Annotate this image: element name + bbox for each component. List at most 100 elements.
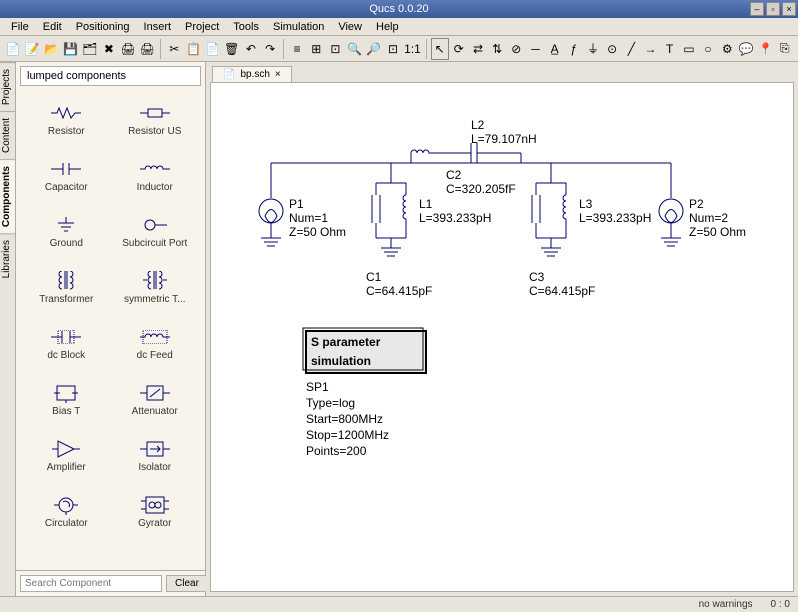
l2-name: L2 [471, 118, 485, 132]
titlebar: Qucs 0.0.20 – ▫ × [0, 0, 798, 18]
c3-val: C=64.415pF [529, 284, 595, 298]
maximize-button[interactable]: ▫ [766, 2, 780, 16]
comp-dc-feed[interactable]: dc Feed [111, 316, 200, 372]
redo-button[interactable]: ↷ [261, 38, 279, 60]
comp-resistor-us[interactable]: Resistor US [111, 92, 200, 148]
zoom-plus-button[interactable]: 🔍 [346, 38, 364, 60]
new-button[interactable]: 📄 [4, 38, 22, 60]
cut-button[interactable]: ✂ [165, 38, 183, 60]
mirror-y-button[interactable]: ⇅ [488, 38, 506, 60]
copy-button[interactable]: 📋 [184, 38, 202, 60]
wire-label-button[interactable]: A̲ [546, 38, 564, 60]
menu-simulation[interactable]: Simulation [266, 19, 331, 35]
doc-tabs: 📄 bp.sch × [206, 62, 798, 82]
zoom-minus-button[interactable]: 🔎 [365, 38, 383, 60]
side-tabs: Projects Content Components Libraries [0, 62, 16, 596]
status-coords: 0 : 0 [771, 599, 790, 610]
close-icon[interactable]: × [275, 69, 281, 80]
menu-view[interactable]: View [331, 19, 369, 35]
comp-dc-block[interactable]: dc Block [22, 316, 111, 372]
p1-l2: Z=50 Ohm [289, 225, 346, 239]
doc-tab[interactable]: 📄 bp.sch × [212, 66, 292, 82]
delete-button[interactable]: 🗑 [223, 38, 241, 60]
zoom-1-button[interactable]: 1:1 [403, 38, 422, 60]
new-text-button[interactable]: 📝 [23, 38, 41, 60]
clear-button[interactable]: Clear [166, 575, 208, 592]
comp-resistor[interactable]: Resistor [22, 92, 111, 148]
comp-attenuator[interactable]: Attenuator [111, 372, 200, 428]
tab-components[interactable]: Components [0, 159, 15, 233]
goto-button[interactable]: ⎘ [776, 38, 794, 60]
save-all-button[interactable]: 🗂 [81, 38, 99, 60]
menu-positioning[interactable]: Positioning [69, 19, 137, 35]
palette-category[interactable]: lumped components [20, 66, 201, 86]
simulate-button[interactable]: ⚙ [718, 38, 736, 60]
comp-label: Resistor US [128, 126, 181, 137]
comp-ground[interactable]: Ground [22, 204, 111, 260]
menu-file[interactable]: File [4, 19, 36, 35]
open-button[interactable]: 📂 [42, 38, 60, 60]
align-button[interactable]: ≡ [288, 38, 306, 60]
tab-libraries[interactable]: Libraries [0, 233, 15, 284]
l3-val: L=393.233pH [579, 211, 651, 225]
doc-tab-icon: 📄 [223, 69, 235, 80]
rect-button[interactable]: ▭ [680, 38, 698, 60]
close-doc-button[interactable]: ✖ [100, 38, 118, 60]
rotate-button[interactable]: ⟳ [450, 38, 468, 60]
tab-content[interactable]: Content [0, 111, 15, 159]
comp-inductor[interactable]: Inductor [111, 148, 200, 204]
comp-gyrator[interactable]: Gyrator [111, 484, 200, 540]
menu-tools[interactable]: Tools [226, 19, 266, 35]
menu-edit[interactable]: Edit [36, 19, 69, 35]
comp-subcircuit-port[interactable]: Subcircuit Port [111, 204, 200, 260]
sim-title2: simulation [311, 354, 371, 368]
line-button[interactable]: ╱ [622, 38, 640, 60]
distribute-button[interactable]: ⊞ [307, 38, 325, 60]
menu-help[interactable]: Help [369, 19, 406, 35]
print-fit-button[interactable]: 🖨 [138, 38, 156, 60]
text-button[interactable]: T [661, 38, 679, 60]
comp-label: Gyrator [138, 518, 171, 529]
c2-val: C=320.205fF [446, 182, 516, 196]
wire-button[interactable]: ─ [526, 38, 544, 60]
comp-bias-t[interactable]: Bias T [22, 372, 111, 428]
menubar: File Edit Positioning Insert Project Too… [0, 18, 798, 36]
paste-button[interactable]: 📄 [204, 38, 222, 60]
comp-label: Bias T [52, 406, 80, 417]
comp-transformer[interactable]: Transformer [22, 260, 111, 316]
sim-title1: S parameter [311, 335, 381, 349]
undo-button[interactable]: ↶ [242, 38, 260, 60]
marker-button[interactable]: 📍 [756, 38, 774, 60]
schematic-canvas[interactable]: L2 L=79.107nH C2 C=320.205fF P1 Num=1 Z=… [210, 82, 794, 592]
minimize-button[interactable]: – [750, 2, 764, 16]
equation-button[interactable]: ƒ [565, 38, 583, 60]
deactivate-button[interactable]: ⊘ [507, 38, 525, 60]
tab-projects[interactable]: Projects [0, 62, 15, 111]
comp-isolator[interactable]: Isolator [111, 428, 200, 484]
show-msg-button[interactable]: 💬 [737, 38, 755, 60]
comp-capacitor[interactable]: Capacitor [22, 148, 111, 204]
comp-sym-transformer[interactable]: symmetric T... [111, 260, 200, 316]
select-button[interactable]: ↖ [431, 38, 449, 60]
center-button[interactable]: ⊡ [326, 38, 344, 60]
comp-circulator[interactable]: Circulator [22, 484, 111, 540]
menu-insert[interactable]: Insert [137, 19, 179, 35]
port-button[interactable]: ⊙ [603, 38, 621, 60]
mirror-x-button[interactable]: ⇄ [469, 38, 487, 60]
comp-amplifier[interactable]: Amplifier [22, 428, 111, 484]
zoom-fit-button[interactable]: ⊡ [384, 38, 402, 60]
print-button[interactable]: 🖨 [119, 38, 137, 60]
c1-name: C1 [366, 270, 382, 284]
p1-l1: Num=1 [289, 211, 328, 225]
search-input[interactable] [20, 575, 162, 592]
ground-button[interactable]: ⏚ [584, 38, 602, 60]
menu-project[interactable]: Project [178, 19, 226, 35]
ellipse-button[interactable]: ○ [699, 38, 717, 60]
arrow-button[interactable]: → [641, 38, 659, 60]
save-button[interactable]: 💾 [62, 38, 80, 60]
comp-label: Inductor [137, 182, 173, 193]
l2-val: L=79.107nH [471, 132, 537, 146]
close-button[interactable]: × [782, 2, 796, 16]
p2-name: P2 [689, 197, 704, 211]
comp-label: Isolator [138, 462, 171, 473]
